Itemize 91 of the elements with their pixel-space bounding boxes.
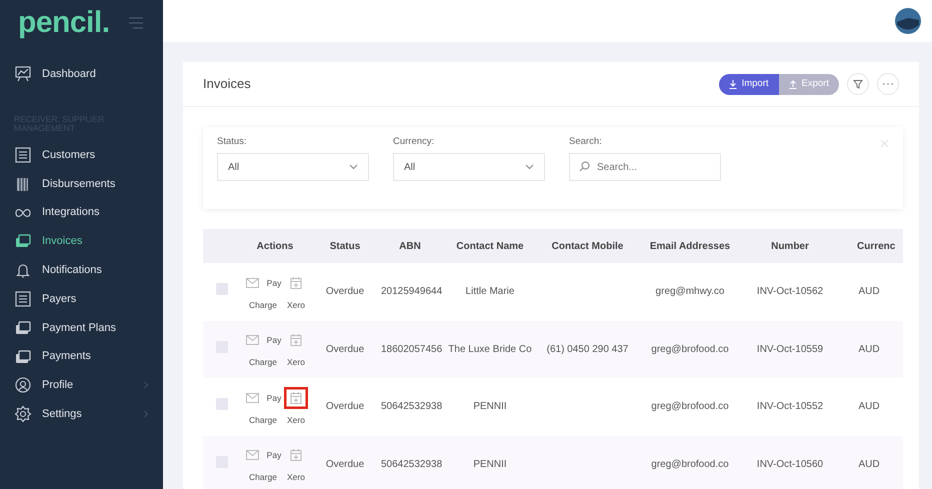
column-header: Contact Name [440, 229, 540, 263]
sidebar-item[interactable]: Disbursements [0, 169, 163, 198]
charge-link[interactable]: Charge [249, 356, 277, 370]
calendar-plus-icon[interactable] [284, 386, 308, 409]
list-icon [14, 290, 32, 308]
list-icon [14, 146, 32, 164]
charge-link[interactable]: Charge [249, 298, 277, 312]
currency-label: Currency: [393, 135, 436, 149]
more-button[interactable] [877, 73, 899, 95]
column-header: Number [745, 229, 835, 263]
status-select[interactable]: All [217, 153, 369, 182]
table-cell: PENNII [473, 401, 507, 412]
xero-link[interactable]: Xero [287, 414, 305, 427]
table-cell: greg@mhwy.co [656, 286, 724, 298]
table-cell: AUD [858, 344, 880, 355]
column-header: Contact Mobile [540, 229, 635, 263]
more-icon [882, 82, 894, 86]
table-cell: 20125949644 [381, 286, 442, 298]
column-header: Status [310, 229, 380, 263]
sidebar-item[interactable]: Integrations [0, 198, 163, 228]
table-cell: AUD [858, 286, 880, 298]
table-cell: AUD [858, 458, 880, 470]
table-cell: INV-Oct-10559 [756, 344, 824, 355]
envelope-icon[interactable] [246, 335, 258, 346]
status-label: Status: [217, 135, 248, 149]
sidebar-item[interactable]: Payments [0, 342, 163, 372]
pay-link[interactable]: Pay [266, 276, 282, 290]
table-cell: PENNII [473, 458, 507, 470]
import-button[interactable]: Import [718, 74, 779, 94]
table-cell: INV-Oct-10560 [756, 458, 824, 470]
table-cell: Overdue [326, 344, 364, 355]
table-cell: The Luxe Bride Co [448, 344, 532, 355]
column-header: Currenc [835, 229, 903, 263]
pay-link[interactable]: Pay [266, 392, 282, 404]
table-cell: greg@brofood.co [651, 344, 729, 355]
sidebar-item[interactable]: Customers [0, 140, 163, 170]
table-cell: Overdue [326, 401, 364, 412]
currency-select[interactable]: All [393, 153, 545, 182]
search-label: Search: [569, 135, 603, 149]
sidebar-item[interactable]: Profile [0, 371, 163, 400]
chevron-down-icon [349, 164, 358, 170]
table-cell: AUD [858, 401, 880, 412]
row-checkbox[interactable] [216, 398, 228, 410]
table-cell: Overdue [326, 286, 364, 298]
column-header: ABN [380, 229, 440, 263]
xero-link[interactable]: Xero [287, 471, 305, 484]
chevron-down-icon [525, 164, 534, 170]
pay-link[interactable]: Pay [266, 449, 282, 462]
download-icon [728, 80, 737, 88]
chart-board-icon [14, 65, 32, 84]
sidebar-item[interactable]: Payers [0, 284, 163, 314]
filter-button[interactable] [847, 73, 869, 95]
envelope-icon[interactable] [246, 278, 258, 288]
table-cell: Little Marie [466, 286, 514, 298]
search-icon [579, 161, 590, 172]
table-cell: 18602057456 [381, 344, 442, 355]
sidebar-item[interactable]: Settings [0, 400, 163, 429]
settings-icon [14, 405, 32, 424]
sidebar-item[interactable]: Dashboard [0, 60, 163, 89]
avatar[interactable] [894, 7, 922, 35]
table-cell: 50642532938 [381, 401, 442, 412]
xero-link[interactable]: Xero [287, 356, 305, 370]
table-cell: 50642532938 [381, 458, 442, 470]
envelope-icon[interactable] [246, 392, 258, 403]
page-title: Invoices [203, 75, 251, 94]
cards-icon [14, 318, 32, 337]
table-cell: (61) 0450 290 437 [546, 344, 628, 355]
sidebar-item[interactable]: Invoices [0, 227, 163, 256]
column-header: Actions [240, 229, 310, 263]
column-header: Email Addresses [635, 229, 745, 263]
profile-badge-icon [14, 376, 32, 394]
table-cell: greg@brofood.co [651, 401, 729, 412]
sidebar-item[interactable]: Notifications [0, 256, 163, 285]
xero-link[interactable]: Xero [287, 298, 305, 312]
table-cell: Overdue [326, 458, 364, 470]
row-checkbox[interactable] [216, 283, 228, 296]
table-cell: INV-Oct-10562 [756, 286, 824, 298]
close-icon[interactable] [880, 139, 889, 148]
table-cell: INV-Oct-10552 [756, 401, 824, 412]
cards-icon [14, 348, 32, 366]
search-field[interactable]: Search... [569, 153, 721, 182]
sidebar-item[interactable]: Payment Plans [0, 313, 163, 342]
upload-icon [788, 80, 797, 88]
logo: pencil. [18, 8, 110, 38]
envelope-icon[interactable] [246, 450, 258, 460]
table-cell: greg@brofood.co [651, 458, 729, 470]
charge-link[interactable]: Charge [249, 471, 277, 484]
filter-icon [853, 79, 863, 89]
menu-icon[interactable] [127, 16, 145, 30]
charge-link[interactable]: Charge [249, 414, 277, 427]
pay-link[interactable]: Pay [266, 334, 282, 347]
